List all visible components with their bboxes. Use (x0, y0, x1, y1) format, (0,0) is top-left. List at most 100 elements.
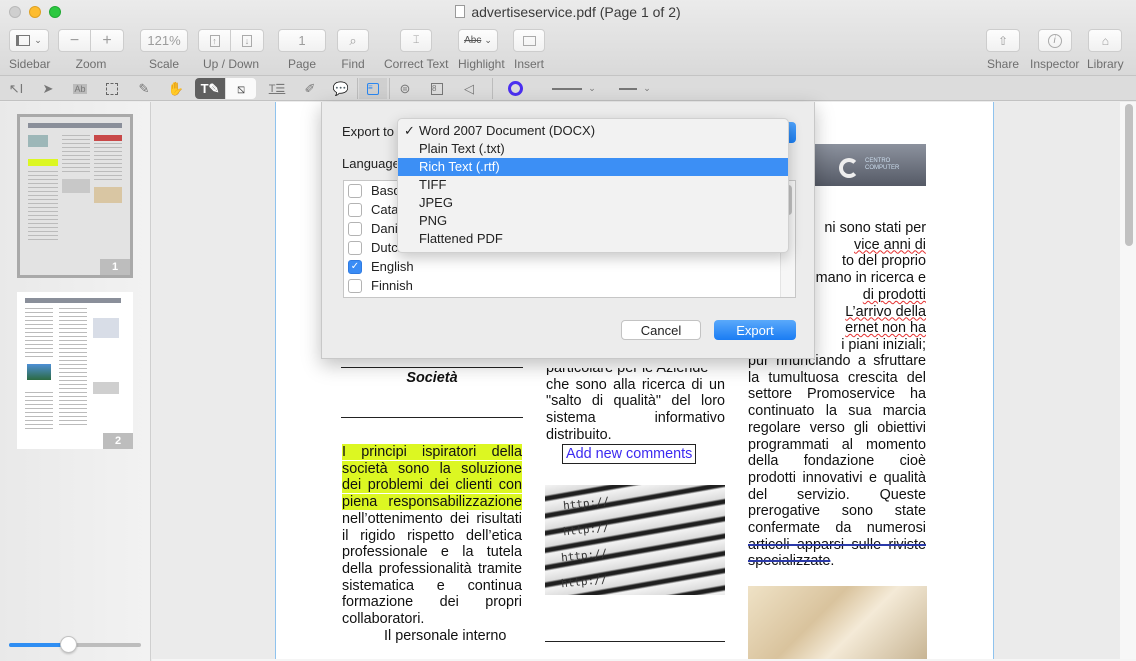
checkbox[interactable] (348, 183, 362, 198)
share-button[interactable]: ⇧ (986, 29, 1020, 52)
library-button[interactable]: ⌂ (1088, 29, 1123, 52)
menu-item-png[interactable]: PNG (398, 212, 788, 230)
highlighter-pen-tool[interactable]: ✐ (295, 78, 325, 99)
thumb-banner (25, 298, 121, 303)
checkbox[interactable] (348, 221, 362, 236)
thumb-image (27, 364, 51, 380)
updown-label: Up / Down (202, 57, 260, 71)
body-text: nell’ottenimento dei risultati il rigido… (342, 510, 522, 628)
menu-item-rtf[interactable]: Rich Text (.rtf) (398, 158, 788, 176)
column-2-text: particolare per le Aziende che sono alla… (546, 368, 725, 444)
megaphone-tool[interactable]: ◁ (454, 78, 484, 99)
cloud-shape-icon: ⊜ (399, 80, 411, 96)
thumb-text (59, 308, 87, 428)
line-style-icon (619, 87, 638, 90)
body-text: pur rinunciando a sfruttare la tumultuos… (748, 353, 926, 537)
comment-tool[interactable]: 💬 (326, 78, 356, 99)
text-edit-tool[interactable]: T✎ (195, 78, 225, 99)
rect-select-tool[interactable] (97, 78, 127, 99)
thumb-image (93, 318, 119, 338)
zoom-in-button[interactable]: + (91, 29, 124, 52)
page-number-badge: 1 (100, 259, 130, 275)
thumbnail-page-2[interactable]: 2 (17, 292, 133, 449)
ruler-icon: ✎ (138, 80, 150, 96)
banner-logo-text: CENTRO COMPUTER (865, 158, 900, 171)
export-button[interactable]: Export (714, 320, 796, 340)
language-item[interactable]: ✓ English (344, 257, 795, 276)
find-label: Find (341, 57, 365, 71)
thumb-text (25, 308, 53, 358)
thumb-text (94, 143, 122, 183)
menu-item-tiff[interactable]: TIFF (398, 176, 788, 194)
checkbox[interactable] (348, 278, 362, 293)
menu-item-jpeg[interactable]: JPEG (398, 194, 788, 212)
share-icon: ⇧ (997, 33, 1009, 48)
scale-field[interactable]: 121% (140, 29, 188, 52)
thumb-text (25, 392, 53, 432)
page-number-field[interactable]: 1 (278, 29, 326, 52)
menu-item-docx[interactable]: ✓ Word 2007 Document (DOCX) (398, 122, 788, 140)
language-label-text: Finnish (371, 278, 413, 293)
menu-item-label: Word 2007 Document (DOCX) (419, 123, 596, 138)
image-edit-tool[interactable]: ⧅ (226, 78, 256, 99)
sidebar-toggle-button[interactable]: ⌄ (9, 29, 49, 52)
checkbox-checked[interactable]: ✓ (348, 259, 362, 274)
insert-label: Insert (513, 57, 544, 71)
menu-item-txt[interactable]: Plain Text (.txt) (398, 140, 788, 158)
page-down-button[interactable]: ↓ (231, 29, 264, 52)
rule (545, 641, 725, 642)
stamp-tool[interactable]: 8 (422, 78, 452, 99)
chevron-down-icon: ⌄ (34, 35, 42, 45)
hand-tool[interactable]: ✋ (161, 78, 191, 99)
find-button[interactable]: ⌕ (337, 29, 369, 52)
highlight-dropdown[interactable]: Abc ⌄ (458, 29, 498, 52)
pointer-tool[interactable]: ➤ (33, 78, 63, 99)
paragraph-start: Il personale interno (384, 627, 507, 644)
thumb-text (62, 135, 90, 175)
image-text: http:// (562, 520, 610, 539)
insert-image-icon (522, 35, 536, 46)
page-up-button[interactable]: ↑ (198, 29, 231, 52)
cancel-button[interactable]: Cancel (621, 320, 701, 340)
inspector-button[interactable]: i (1037, 29, 1072, 52)
strikethrough-text[interactable]: articoli apparsi sulle riviste specializ… (748, 537, 926, 570)
window-title-text: advertiseservice.pdf (Page 1 of 2) (471, 4, 681, 20)
note-list-tool[interactable]: ≡ (359, 78, 387, 99)
page-number-badge: 2 (103, 433, 133, 449)
checkmark-icon: ✓ (404, 123, 415, 138)
megaphone-icon: ◁ (464, 80, 474, 96)
thumbnail-sidebar: 1 2 (0, 102, 151, 661)
thumb-markup (94, 135, 122, 141)
thumbnail-size-slider[interactable] (9, 636, 141, 653)
text-select-tool[interactable]: ↖I (1, 78, 31, 99)
chevron-down-icon: ⌄ (588, 83, 596, 93)
menu-item-flattened-pdf[interactable]: Flattened PDF (398, 230, 788, 248)
insert-button[interactable] (513, 29, 545, 52)
column-3-text: pur rinunciando a sfruttare la tumultuos… (748, 353, 926, 570)
language-item[interactable]: Finnish (344, 276, 795, 295)
scale-group: 121% Scale (140, 29, 188, 71)
correct-text-button[interactable]: ⌶ (400, 29, 433, 52)
export-format-menu: ✓ Word 2007 Document (DOCX) Plain Text (.… (397, 118, 789, 253)
thumb-highlight (28, 159, 58, 166)
zoom-out-button[interactable]: − (58, 29, 91, 52)
body-text: che sono alla ricerca di un "salto di qu… (546, 376, 725, 443)
text-cursor-icon: ⌶ (412, 34, 420, 46)
vertical-scrollbar-thumb[interactable] (1125, 104, 1133, 246)
ocr-text-tool[interactable]: Ab (65, 78, 95, 99)
thumb-text (28, 171, 58, 241)
line-style-dropdown[interactable]: ⌄ (614, 78, 656, 99)
text-box-tool[interactable]: T☰ (262, 78, 292, 99)
checkbox[interactable] (348, 202, 362, 217)
zoom-group: − + Zoom (58, 29, 124, 71)
highlight-label: Highlight (458, 57, 505, 71)
line-width-dropdown[interactable]: ⌄ (548, 78, 600, 99)
color-picker[interactable] (500, 78, 530, 99)
thumbnail-page-1[interactable]: 1 (17, 114, 133, 278)
ruler-tool[interactable]: ✎ (129, 78, 159, 99)
cloud-shape-tool[interactable]: ⊜ (390, 78, 420, 99)
add-comment-box[interactable]: Add new comments (562, 444, 697, 464)
highlighted-text[interactable]: I principi ispiratori della società sono… (342, 444, 522, 511)
arrow-down-icon: ↓ (242, 34, 252, 47)
checkbox[interactable] (348, 240, 362, 255)
